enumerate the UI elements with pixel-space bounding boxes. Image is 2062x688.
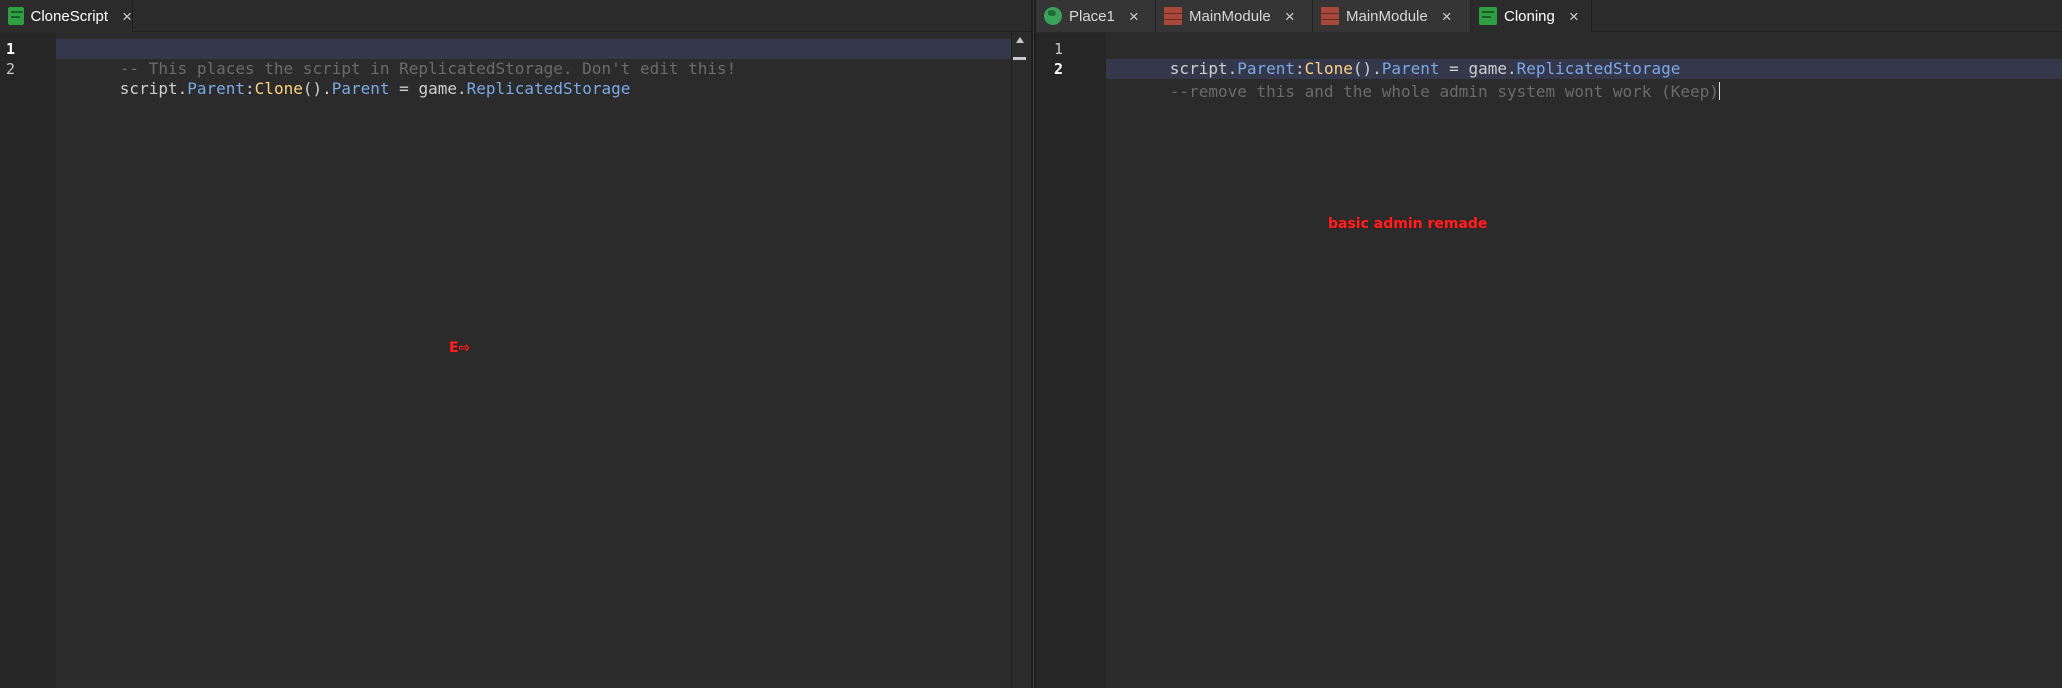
code-token: Clone (254, 79, 303, 98)
module-icon (1164, 7, 1182, 25)
tab-mainmodule-2[interactable]: MainModule × (1313, 0, 1471, 32)
tab-clonescript[interactable]: CloneScript × (0, 0, 133, 32)
close-icon[interactable]: × (1285, 8, 1295, 25)
tab-cloning[interactable]: Cloning × (1471, 0, 1592, 32)
tab-label: MainModule (1346, 7, 1428, 25)
overlay-label-right: basic admin remade (1328, 216, 1488, 232)
close-icon[interactable]: × (1569, 8, 1579, 25)
code-editor[interactable]: -- This places the script in ReplicatedS… (56, 33, 1011, 688)
code-line-2: script.Parent:Clone().Parent = game.Repl… (62, 59, 631, 98)
right-editor-pane: Place1 × MainModule × MainModule × Cloni… (1036, 0, 2062, 688)
script-icon (8, 7, 24, 25)
tab-mainmodule-1[interactable]: MainModule × (1156, 0, 1313, 32)
tab-label: MainModule (1189, 7, 1271, 25)
scrollbar-thumb[interactable] (1013, 57, 1026, 60)
comment-token: --remove this and the whole admin system… (1169, 82, 1719, 101)
code-editor[interactable]: script.Parent:Clone().Parent = game.Repl… (1106, 33, 2062, 688)
place-icon (1044, 7, 1062, 25)
line-number: 1 (1054, 40, 1064, 58)
line-number-gutter: 1 2 (0, 33, 56, 688)
script-icon (1479, 7, 1497, 25)
line-number: 1 (6, 40, 16, 58)
code-token: = (389, 79, 419, 98)
module-icon (1321, 7, 1339, 25)
vertical-scrollbar[interactable] (1011, 33, 1028, 688)
close-icon[interactable]: × (122, 8, 132, 25)
left-editor-pane: CloneScript × 1 2 -- This places the scr… (0, 0, 1031, 688)
right-tab-bar: Place1 × MainModule × MainModule × Cloni… (1036, 0, 2062, 32)
code-token: . (177, 79, 188, 98)
overlay-label-left: E⇨ (449, 340, 471, 356)
code-line-1: -- This places the script in ReplicatedS… (62, 39, 737, 78)
line-number: 2 (1054, 60, 1064, 78)
tab-place1[interactable]: Place1 × (1036, 0, 1156, 32)
line-number-gutter: 1 2 (1036, 33, 1106, 688)
code-token: script (119, 79, 178, 98)
tab-label: Place1 (1069, 7, 1115, 25)
code-token: (). (302, 79, 332, 98)
code-token: . (456, 79, 467, 98)
code-line-1: script.Parent:Clone().Parent = game.Repl… (1112, 39, 1681, 78)
line-number: 2 (6, 60, 16, 78)
code-token: ReplicatedStorage (466, 79, 631, 98)
text-caret (1718, 82, 1720, 100)
code-token: Parent (331, 79, 390, 98)
tab-label: Cloning (1504, 7, 1555, 25)
splitter-divider (1033, 0, 1034, 688)
code-line-2: --remove this and the whole admin system… (1112, 59, 1720, 101)
code-token: game (418, 79, 457, 98)
code-token: : (245, 79, 255, 98)
close-icon[interactable]: × (1442, 8, 1452, 25)
code-token: Parent (187, 79, 246, 98)
left-tab-bar: CloneScript × (0, 0, 1031, 32)
scroll-up-arrow-icon[interactable] (1016, 37, 1024, 43)
tab-label: CloneScript (30, 7, 109, 25)
close-icon[interactable]: × (1129, 8, 1139, 25)
